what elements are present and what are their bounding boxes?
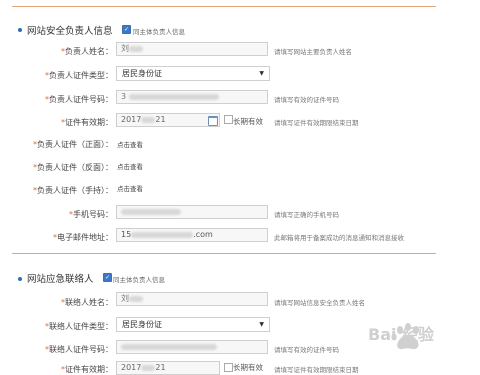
contact-id-type-label: *联络人证件类型： — [45, 322, 113, 331]
owner-id-front-label: *负责人证件（正面）： — [33, 140, 113, 149]
contact-id-type-select[interactable]: 居民身份证 ▼ — [116, 317, 270, 332]
section1-same-as-owner-checkbox[interactable]: ✓ — [122, 25, 131, 34]
owner-email-label: *电子邮件地址： — [53, 233, 113, 242]
contact-id-valid-hint: 请填写证件有效期限结束日期 — [274, 366, 359, 374]
chevron-down-icon: ▼ — [259, 321, 264, 328]
section2-same-as-owner-checkbox[interactable]: ✓ — [103, 273, 112, 282]
owner-id-valid-hint: 请填写证件有效期限结束日期 — [274, 119, 359, 127]
section2-same-as-owner-label: 同主体负责人信息 — [113, 276, 165, 284]
calendar-icon[interactable] — [208, 116, 218, 126]
owner-name-input[interactable]: 刘 — [116, 42, 268, 56]
section1-title: 网站安全负责人信息 — [27, 26, 113, 37]
owner-id-hand-label: *负责人证件（手持）： — [33, 186, 113, 195]
section-bullet — [18, 277, 22, 281]
owner-email-hint: 此邮箱将用于备案成功的消息通知和消息接收 — [274, 234, 404, 242]
section-divider-top — [12, 6, 436, 7]
contact-id-valid-label: *证件有效期： — [61, 365, 113, 374]
owner-id-valid-label: *证件有效期： — [61, 118, 113, 127]
contact-id-number-hint: 请填写有效的证件号码 — [274, 346, 339, 354]
owner-name-hint: 请填写网站主要负责人姓名 — [274, 48, 352, 56]
contact-name-label: *联络人姓名： — [61, 298, 113, 307]
owner-id-front-view-link[interactable]: 点击查看 — [117, 139, 143, 149]
chevron-down-icon: ▼ — [259, 70, 264, 77]
owner-phone-input[interactable] — [116, 205, 268, 219]
owner-name-label: *负责人姓名： — [61, 47, 113, 56]
baidu-jingyan-watermark: Bai 经验 — [368, 323, 435, 350]
section-bullet — [18, 28, 22, 32]
owner-id-number-hint: 请填写有效的证件号码 — [274, 96, 339, 104]
owner-long-term-label: 长期有效 — [233, 117, 263, 126]
svg-text:Bai 经验: Bai 经验 — [368, 325, 435, 344]
owner-long-term-checkbox[interactable] — [224, 115, 233, 124]
owner-id-hand-view-link[interactable]: 点击查看 — [117, 183, 143, 193]
owner-id-number-input[interactable]: 3 — [116, 90, 268, 104]
owner-id-back-label: *负责人证件（反面）： — [33, 163, 113, 172]
section1-same-as-owner-label: 同主体负责人信息 — [133, 28, 185, 36]
contact-id-valid-date-input[interactable]: 2017 21 — [116, 361, 220, 375]
owner-phone-hint: 请填写正确的手机号码 — [274, 211, 339, 219]
contact-name-hint: 请填写网站信息安全负责人姓名 — [274, 299, 365, 307]
owner-id-type-select[interactable]: 居民身份证 ▼ — [116, 66, 270, 81]
owner-phone-label: *手机号码： — [69, 210, 113, 219]
owner-id-number-label: *负责人证件号码： — [45, 95, 113, 104]
owner-id-valid-date-input[interactable]: 2017 21 — [116, 113, 220, 127]
owner-email-input[interactable]: 15 .com — [116, 228, 268, 242]
owner-id-back-view-link[interactable]: 点击查看 — [117, 161, 143, 171]
section-divider — [12, 253, 436, 254]
owner-id-type-label: *负责人证件类型： — [45, 71, 113, 80]
section2-title: 网站应急联络人 — [27, 274, 94, 285]
contact-id-number-input[interactable] — [116, 340, 268, 354]
contact-name-input[interactable]: 刘 — [116, 292, 268, 306]
contact-id-number-label: *联络人证件号码： — [45, 345, 113, 354]
